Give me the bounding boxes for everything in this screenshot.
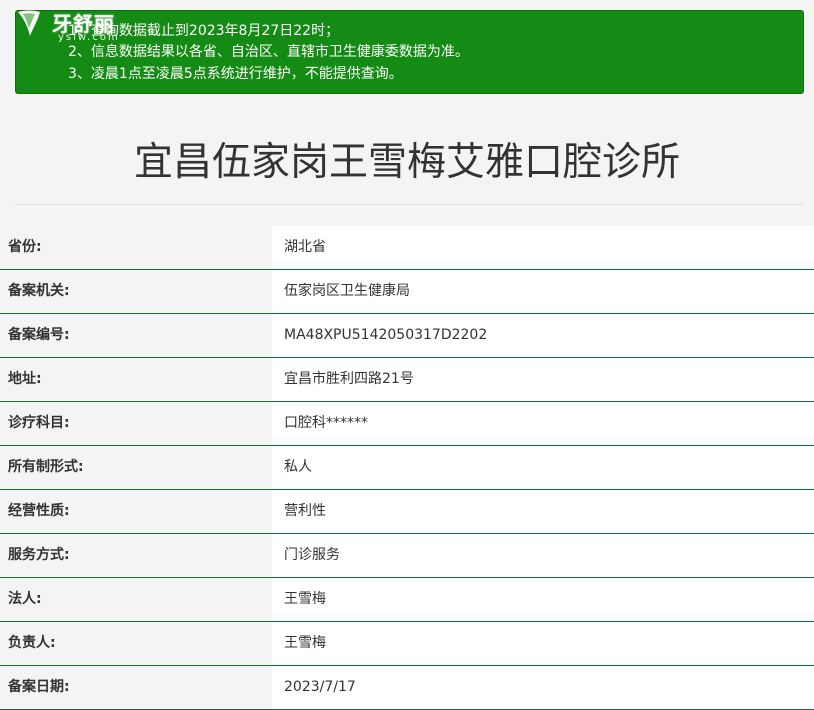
row-label-address: 地址: (0, 358, 272, 401)
row-label-legal-person: 法人: (0, 578, 272, 621)
table-row: 经营性质: 营利性 (0, 490, 814, 534)
row-label-province: 省份: (0, 226, 272, 269)
row-value-address: 宜昌市胜利四路21号 (272, 358, 814, 401)
row-value-service-mode: 门诊服务 (272, 534, 814, 577)
row-value-legal-person: 王雪梅 (272, 578, 814, 621)
row-label-business-nature: 经营性质: (0, 490, 272, 533)
tooth-icon (18, 10, 40, 36)
table-row: 诊疗科目: 口腔科****** (0, 402, 814, 446)
table-row: 所有制形式: 私人 (0, 446, 814, 490)
row-value-record-number: MA48XPU5142050317D2202 (272, 314, 814, 357)
row-value-province: 湖北省 (272, 226, 814, 269)
table-row: 备案机关: 伍家岗区卫生健康局 (0, 270, 814, 314)
row-value-record-date: 2023/7/17 (272, 666, 814, 709)
table-row: 备案编号: MA48XPU5142050317D2202 (0, 314, 814, 358)
row-value-departments: 口腔科****** (272, 402, 814, 445)
row-value-business-nature: 营利性 (272, 490, 814, 533)
notice-line-3: 3、凌晨1点至凌晨5点系统进行维护，不能提供查询。 (68, 66, 403, 82)
row-label-authority: 备案机关: (0, 270, 272, 313)
row-label-departments: 诊疗科目: (0, 402, 272, 445)
row-label-record-number: 备案编号: (0, 314, 272, 357)
row-value-ownership: 私人 (272, 446, 814, 489)
table-row: 服务方式: 门诊服务 (0, 534, 814, 578)
row-label-record-date: 备案日期: (0, 666, 272, 709)
site-logo[interactable]: 牙舒丽 yslw.com (14, 8, 134, 46)
table-row: 地址: 宜昌市胜利四路21号 (0, 358, 814, 402)
table-row: 备案日期: 2023/7/17 (0, 666, 814, 710)
row-value-person-in-charge: 王雪梅 (272, 622, 814, 665)
row-label-ownership: 所有制形式: (0, 446, 272, 489)
info-table: 省份: 湖北省 备案机关: 伍家岗区卫生健康局 备案编号: MA48XPU514… (0, 226, 814, 710)
table-row: 省份: 湖北省 (0, 226, 814, 270)
row-value-authority: 伍家岗区卫生健康局 (272, 270, 814, 313)
page-title: 宜昌伍家岗王雪梅艾雅口腔诊所 (133, 140, 680, 185)
table-row: 法人: 王雪梅 (0, 578, 814, 622)
title-divider (15, 204, 804, 205)
row-label-person-in-charge: 负责人: (0, 622, 272, 665)
row-label-service-mode: 服务方式: (0, 534, 272, 577)
logo-domain-text: yslw.com (58, 32, 120, 43)
table-row: 负责人: 王雪梅 (0, 622, 814, 666)
